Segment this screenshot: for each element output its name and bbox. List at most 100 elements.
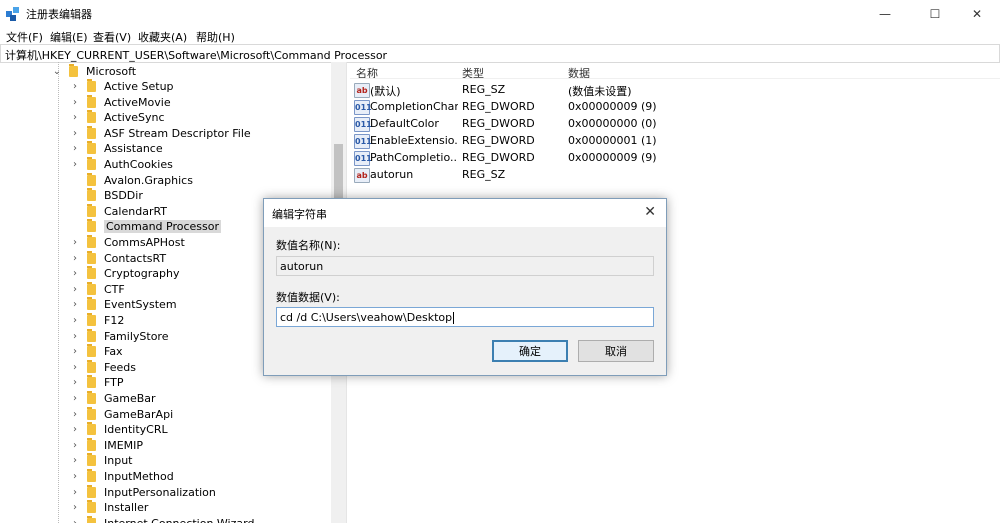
chevron-right-icon[interactable]: ›	[70, 455, 80, 466]
tree-item[interactable]: › FamilyStore	[70, 328, 168, 344]
chevron-right-icon[interactable]: ›	[70, 487, 80, 498]
address-path[interactable]: 计算机\HKEY_CURRENT_USER\Software\Microsoft…	[5, 47, 387, 63]
chevron-right-icon[interactable]: ›	[70, 331, 80, 342]
tree-item[interactable]: › ContactsRT	[70, 250, 166, 266]
tree-item[interactable]: › IdentityCRL	[70, 422, 168, 437]
address-bar[interactable]: 计算机\HKEY_CURRENT_USER\Software\Microsoft…	[0, 44, 1000, 63]
value-name: DefaultColor	[370, 117, 439, 130]
tree-item[interactable]: › EventSystem	[70, 297, 177, 312]
chevron-right-icon[interactable]: ›	[70, 502, 80, 513]
tree-item-microsoft[interactable]: ⌄ Microsoft	[52, 64, 136, 79]
tree-item[interactable]: CalendarRT	[70, 203, 167, 219]
chevron-right-icon[interactable]: ›	[70, 237, 80, 248]
chevron-right-icon[interactable]: ›	[70, 393, 80, 404]
value-data: 0x00000001 (1)	[568, 134, 657, 147]
value-type: REG_SZ	[462, 168, 506, 181]
folder-icon	[87, 406, 96, 420]
tree-item[interactable]: › FTP	[70, 375, 124, 390]
tree-item[interactable]: › ActiveMovie	[70, 94, 171, 110]
string-value-icon: ab	[354, 83, 370, 98]
chevron-right-icon[interactable]: ›	[70, 284, 80, 295]
chevron-right-icon[interactable]: ›	[70, 299, 80, 310]
chevron-right-icon[interactable]: ›	[70, 346, 80, 357]
tree-item-label: GameBarApi	[104, 407, 174, 421]
tree-item[interactable]: Command Processor	[70, 219, 222, 234]
chevron-right-icon[interactable]: ›	[70, 362, 80, 373]
chevron-right-icon[interactable]: ›	[70, 253, 80, 264]
close-button[interactable]: ✕	[954, 0, 1000, 28]
tree-item-label: FTP	[104, 376, 124, 390]
value-row[interactable]: 011 DefaultColor REG_DWORD 0x00000000 (0)	[350, 116, 1000, 132]
tree-item-label: EventSystem	[104, 298, 177, 312]
chevron-down-icon[interactable]: ⌄	[52, 66, 62, 77]
chevron-right-icon[interactable]: ›	[70, 424, 80, 435]
tree-item-label: InputMethod	[104, 470, 174, 483]
folder-icon	[87, 313, 96, 326]
tree-item-label: ASF Stream Descriptor File	[104, 126, 251, 140]
chevron-right-icon[interactable]: ›	[70, 97, 80, 108]
chevron-right-icon[interactable]: ›	[70, 471, 80, 482]
chevron-right-icon[interactable]: ›	[70, 112, 80, 123]
value-data-input[interactable]: cd /d C:\Users\veahow\Desktop	[276, 307, 654, 327]
tree-item[interactable]: › Internet Connection Wizard	[70, 515, 254, 523]
chevron-right-icon[interactable]: ›	[70, 268, 80, 279]
value-row[interactable]: 011 EnableExtensio... REG_DWORD 0x00000001 …	[350, 133, 1000, 149]
folder-icon	[87, 297, 96, 311]
value-data: (数值未设置)	[568, 85, 632, 98]
cancel-button[interactable]: 取消	[578, 340, 654, 362]
tree-item[interactable]: › CommsAPHost	[70, 235, 185, 250]
tree-item[interactable]: BSDDir	[70, 188, 143, 203]
folder-icon	[87, 219, 96, 233]
tree-item[interactable]: › F12	[70, 313, 124, 328]
tree-item[interactable]: › Installer	[70, 500, 148, 515]
chevron-right-icon[interactable]: ›	[70, 377, 80, 388]
value-name: EnableExtensio...	[370, 134, 458, 147]
value-row[interactable]: ab autorun REG_SZ	[350, 167, 1000, 183]
value-row[interactable]: 011 PathCompletio... REG_DWORD 0x00000009 (…	[350, 150, 1000, 166]
tree-item[interactable]: › Fax	[70, 344, 123, 359]
value-row[interactable]: 011 CompletionChar REG_DWORD 0x00000009 (9)	[350, 99, 1000, 115]
value-row[interactable]: ab (默认) REG_SZ (数值未设置)	[350, 82, 1000, 98]
tree-item[interactable]: Avalon.Graphics	[70, 172, 193, 188]
tree-item[interactable]: › Cryptography	[70, 266, 179, 281]
folder-icon	[87, 157, 96, 170]
menu-favorites[interactable]: 收藏夹(A)	[138, 29, 187, 45]
chevron-right-icon[interactable]: ›	[70, 409, 80, 420]
chevron-right-icon[interactable]: ›	[70, 159, 80, 170]
tree-item[interactable]: › Feeds	[70, 359, 136, 375]
tree-item-label: Feeds	[104, 360, 136, 374]
folder-icon	[87, 422, 96, 436]
chevron-right-icon[interactable]: ›	[70, 518, 80, 523]
tree-item[interactable]: › Assistance	[70, 141, 163, 156]
ok-button[interactable]: 确定	[492, 340, 568, 362]
tree-item[interactable]: › InputPersonalization	[70, 484, 216, 500]
dialog-close-button[interactable]: ✕	[644, 204, 656, 220]
chevron-right-icon[interactable]: ›	[70, 81, 80, 92]
tree-item[interactable]: › Active Setup	[70, 79, 174, 94]
chevron-right-icon[interactable]: ›	[70, 128, 80, 139]
tree-item[interactable]: › CTF	[70, 281, 125, 297]
value-name-text: autorun	[280, 260, 324, 273]
tree-item[interactable]: › AuthCookies	[70, 157, 173, 172]
chevron-right-icon[interactable]: ›	[70, 440, 80, 451]
tree-item[interactable]: › GameBar	[70, 391, 156, 406]
tree-item[interactable]: › IMEMIP	[70, 437, 143, 453]
chevron-right-icon[interactable]: ›	[70, 315, 80, 326]
value-data-text[interactable]: cd /d C:\Users\veahow\Desktop	[280, 311, 452, 324]
tree-item[interactable]: › GameBarApi	[70, 406, 174, 422]
chevron-right-icon[interactable]: ›	[70, 143, 80, 154]
tree-item-label: BSDDir	[104, 189, 143, 203]
tree-item-label: CTF	[104, 282, 125, 296]
tree-item[interactable]: › ActiveSync	[70, 110, 165, 125]
menu-help[interactable]: 帮助(H)	[196, 29, 235, 45]
tree-item[interactable]: › Input	[70, 453, 132, 468]
menu-file[interactable]: 文件(F)	[6, 29, 43, 45]
tree-item-label: CommsAPHost	[104, 236, 185, 249]
menu-view[interactable]: 查看(V)	[93, 29, 131, 45]
folder-icon	[87, 391, 96, 404]
minimize-button[interactable]: —	[862, 0, 908, 28]
tree-item[interactable]: › InputMethod	[70, 469, 174, 484]
menu-edit[interactable]: 编辑(E)	[50, 29, 88, 45]
maximize-button[interactable]: ☐	[912, 0, 958, 28]
tree-item[interactable]: › ASF Stream Descriptor File	[70, 125, 251, 141]
